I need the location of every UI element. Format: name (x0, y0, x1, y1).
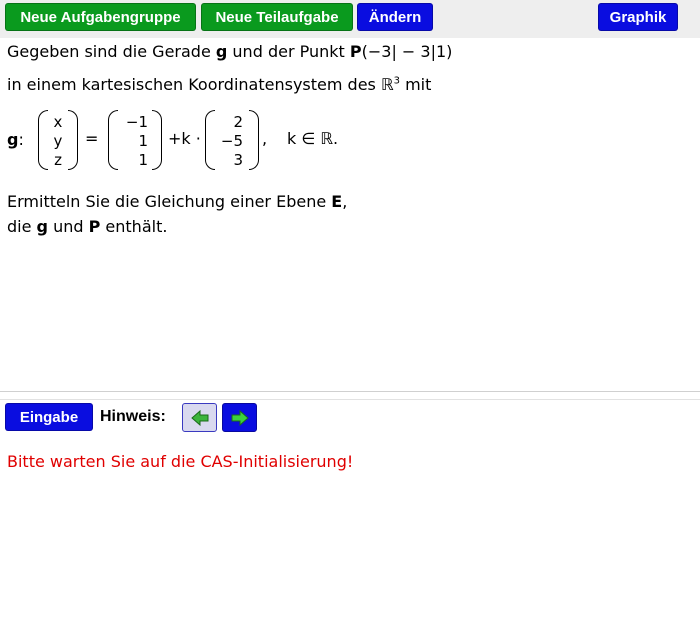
real-numbers-symbol: ℝ (380, 75, 394, 94)
support-z: 1 (138, 151, 148, 169)
change-button[interactable]: Ändern (357, 3, 433, 31)
next-hint-button[interactable] (222, 403, 257, 432)
right-paren-lhs (68, 110, 78, 170)
task-text: und (47, 217, 89, 236)
graphic-button[interactable]: Graphik (598, 3, 678, 31)
vector-x: x (53, 113, 63, 131)
left-paren-lhs (38, 110, 48, 170)
new-task-group-button[interactable]: Neue Aufgabengruppe (5, 3, 196, 31)
plus-k-operator: +k · (168, 129, 201, 148)
point-p-symbol: P (349, 42, 362, 61)
line-g-symbol: g (215, 42, 228, 61)
task-text: in einem kartesischen Koordinatensystem … (7, 75, 381, 94)
equation-colon: : (18, 130, 24, 149)
right-paren-direction (249, 110, 259, 170)
task-line-2: in einem kartesischen Koordinatensystem … (7, 75, 431, 94)
status-message: Bitte warten Sie auf die CAS-Initialisie… (7, 452, 354, 471)
section-divider (0, 391, 700, 392)
left-arrow-icon (191, 410, 209, 426)
direction-x: 2 (233, 113, 243, 131)
task-line-4: die g und P enthält. (7, 217, 167, 236)
task-line-3: Ermitteln Sie die Gleichung einer Ebene … (7, 192, 347, 211)
task-text: enthält. (100, 217, 168, 236)
vector-y: y (53, 132, 63, 150)
task-text: mit (400, 75, 432, 94)
equation-label: g: (7, 130, 24, 149)
equation-comma: , (262, 129, 268, 148)
equation-g: g (7, 130, 19, 149)
line-g-symbol: g (36, 217, 48, 236)
previous-hint-button[interactable] (182, 403, 217, 432)
task-text: die (7, 217, 37, 236)
line-equation: g: x y z = −1 1 1 +k · 2 −5 3 , k ∈ ℝ. (7, 108, 367, 172)
task-text: Ermitteln Sie die Gleichung einer Ebene (7, 192, 332, 211)
left-paren-direction (205, 110, 215, 170)
hint-label: Hinweis: (100, 408, 166, 425)
direction-z: 3 (233, 151, 243, 169)
vector-z: z (54, 151, 62, 169)
left-paren-support (108, 110, 118, 170)
task-line-1: Gegeben sind die Gerade g und der Punkt … (7, 42, 452, 61)
task-text: , (342, 192, 348, 211)
new-subtask-button[interactable]: Neue Teilaufgabe (201, 3, 353, 31)
point-p-symbol: P (88, 217, 101, 236)
parameter-domain: k ∈ ℝ. (287, 129, 339, 148)
input-button[interactable]: Eingabe (5, 403, 93, 431)
equals-sign: = (85, 129, 99, 148)
right-paren-support (152, 110, 162, 170)
task-text: Gegeben sind die Gerade (7, 42, 216, 61)
support-y: 1 (138, 132, 148, 150)
section-divider (0, 399, 700, 400)
direction-y: −5 (220, 132, 243, 150)
right-arrow-icon (231, 410, 249, 426)
plane-e-symbol: E (331, 192, 343, 211)
support-x: −1 (125, 113, 148, 131)
point-coordinates: (−3| − 3|1) (361, 42, 453, 61)
task-text: und der Punkt (227, 42, 350, 61)
